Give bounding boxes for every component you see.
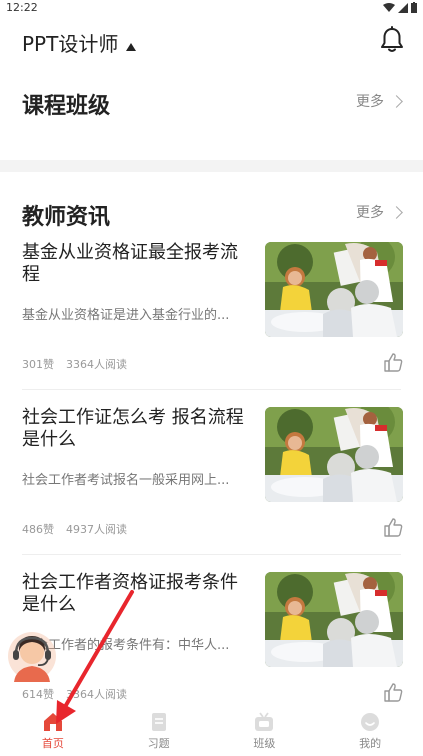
tab-exercise[interactable]: 习题 [106,706,212,756]
article-item[interactable]: 社会工作证怎么考 报名流程是什么 社会工作者考试报名一般采用网上... 486赞… [0,407,423,572]
section-divider-band [0,160,423,172]
article-title: 基金从业资格证最全报考流程 [22,242,238,285]
thumbs-up-icon[interactable] [383,352,403,372]
app-header: PPT设计师 [0,22,423,62]
bell-icon[interactable] [379,26,405,54]
tab-home[interactable]: 首页 [0,706,106,756]
article-divider [22,389,401,390]
article-item[interactable]: 基金从业资格证最全报考流程 基金从业资格证是进入基金行业的... 301赞 33… [0,242,423,407]
role-selector[interactable]: PPT设计师 [22,28,137,57]
article-stats: 301赞 3364人阅读 [22,356,127,372]
signal-icon [398,2,408,13]
tab-class[interactable]: 班级 [212,706,318,756]
caret-down-icon [126,42,137,51]
course-section-title: 课程班级 [22,94,111,119]
article-summary: 基金从业资格证是进入基金行业的... [22,308,230,323]
chevron-right-icon [390,205,403,219]
course-more-link[interactable]: 更多 [356,91,403,111]
article-thumbnail [265,242,403,337]
article-thumbnail [265,572,403,667]
battery-icon [411,2,417,13]
status-bar: 12:22 [0,0,423,16]
status-icons [383,2,417,13]
exercise-icon [151,713,166,731]
tab-class-label: 班级 [253,737,276,750]
article-title: 社会工作者资格证报考条件是什么 [22,572,238,615]
article-reads: 4937人阅读 [66,523,127,536]
tab-exercise-label: 习题 [147,737,170,750]
chevron-right-icon [390,94,403,108]
teacher-more-link[interactable]: 更多 [356,202,403,222]
article-likes: 301赞 [22,358,54,371]
tab-profile-label: 我的 [359,737,382,750]
thumbs-up-icon[interactable] [383,517,403,537]
wifi-icon [383,2,395,12]
status-time: 12:22 [6,1,38,14]
article-summary: 社会工作者考试报名一般采用网上... [22,473,230,488]
home-icon [43,713,62,731]
thumbs-up-icon[interactable] [383,682,403,702]
article-likes: 486赞 [22,523,54,536]
article-reads: 3364人阅读 [66,358,127,371]
customer-service-avatar[interactable] [6,628,58,682]
article-thumbnail [265,407,403,502]
profile-icon [361,713,380,731]
teacher-more-label: 更多 [356,205,384,221]
article-stats: 486赞 4937人阅读 [22,521,127,537]
course-more-label: 更多 [356,94,384,110]
article-reads: 3364人阅读 [66,688,127,701]
tab-home-label: 首页 [41,737,64,750]
teacher-news-title: 教师资讯 [22,205,111,230]
article-title: 社会工作证怎么考 报名流程是什么 [22,407,244,450]
tab-profile[interactable]: 我的 [317,706,423,756]
class-icon [255,712,274,731]
article-stats: 614赞 3364人阅读 [22,686,127,702]
role-title: PPT设计师 [22,32,119,56]
bottom-tab-bar: 首页 习题 班级 我的 [0,706,423,756]
article-likes: 614赞 [22,688,54,701]
article-divider [22,554,401,555]
